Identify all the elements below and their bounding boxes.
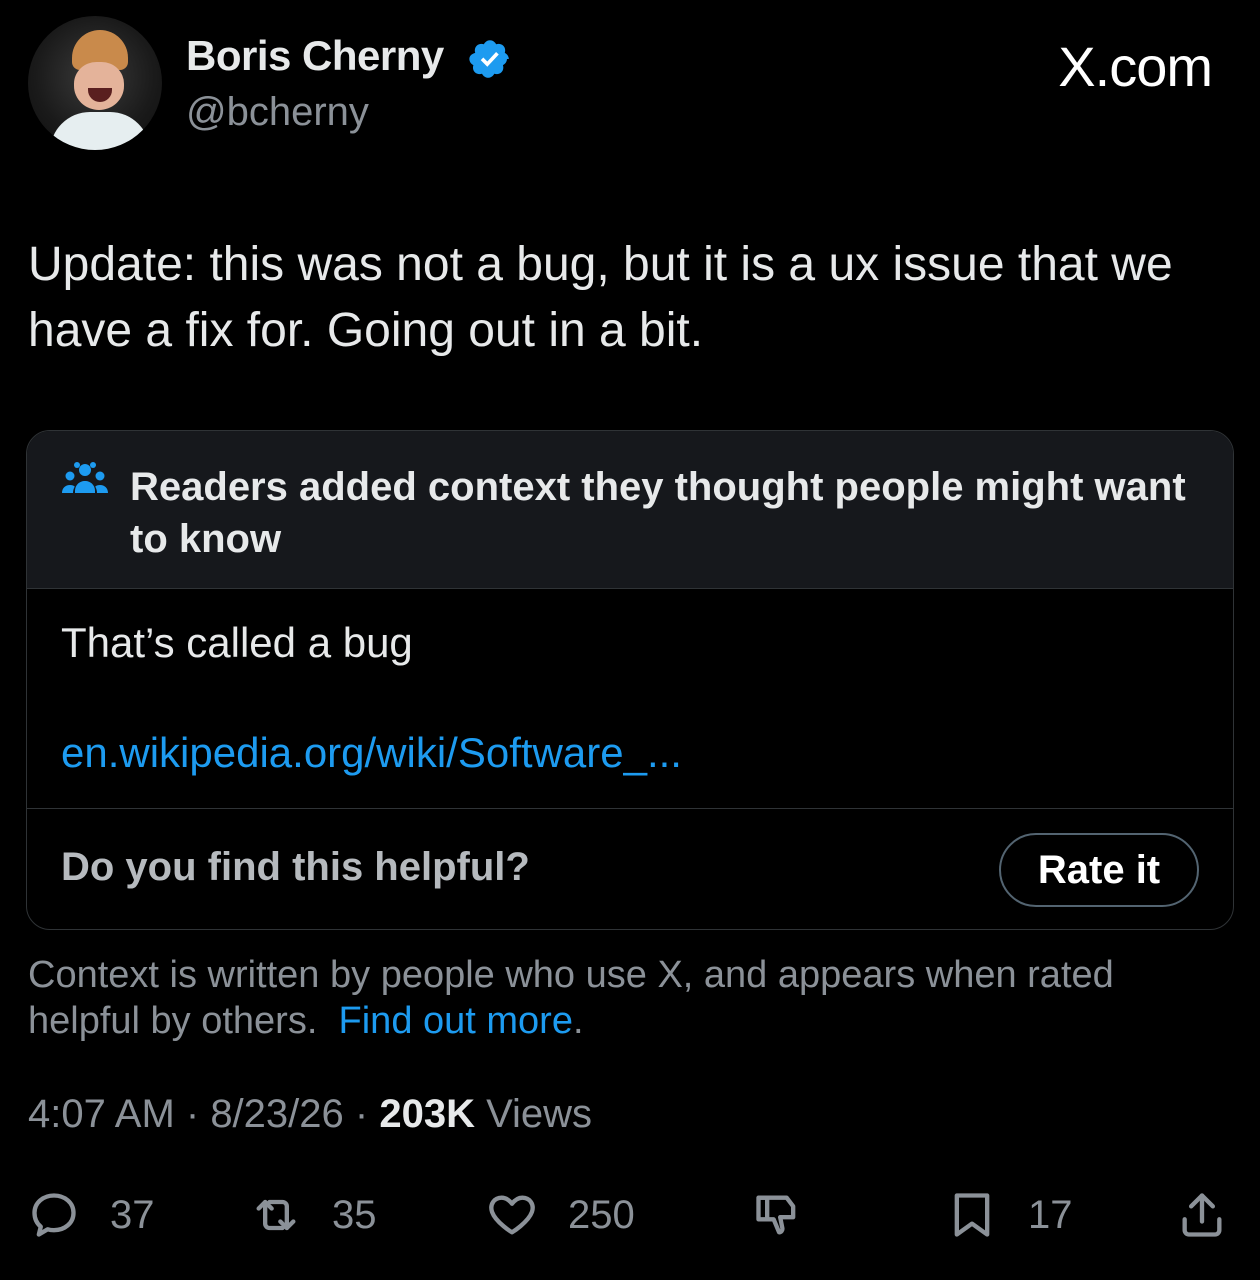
community-note: Readers added context they thought peopl… — [26, 430, 1234, 930]
views-count: 203K — [379, 1092, 475, 1136]
avatar-shirt — [50, 112, 150, 150]
note-title: Readers added context they thought peopl… — [130, 465, 1186, 561]
share-button[interactable] — [1176, 1180, 1228, 1250]
bookmark-button[interactable]: 17 — [946, 1180, 1073, 1250]
note-body: That’s called a bug en.wikipedia.org/wik… — [27, 589, 1233, 809]
repost-icon — [256, 1199, 296, 1231]
note-header: Readers added context they thought peopl… — [27, 431, 1233, 589]
tweet-time[interactable]: 4:07 AM — [28, 1092, 175, 1136]
downvote-button[interactable] — [752, 1180, 804, 1250]
repost-count: 35 — [332, 1192, 377, 1237]
bookmark-count: 17 — [1028, 1192, 1073, 1237]
brand-watermark: X.com — [1058, 35, 1213, 98]
like-count: 250 — [568, 1192, 635, 1237]
tweet-header: Boris Cherny @bcherny X.com — [0, 0, 1260, 170]
avatar-face — [74, 62, 124, 110]
context-disclaimer: Context is written by people who use X, … — [28, 952, 1228, 1044]
people-icon — [62, 462, 108, 493]
note-source-link[interactable]: en.wikipedia.org/wiki/Software_... — [61, 729, 682, 777]
reply-icon — [32, 1193, 76, 1237]
tweet-meta: 4:07 AM · 8/23/26 · 203K Views — [28, 1092, 592, 1137]
meta-separator: · — [174, 1092, 211, 1136]
action-bar: 37 35 250 17 — [0, 1180, 1260, 1250]
thumbs-down-icon — [756, 1195, 796, 1235]
note-text: That’s called a bug — [61, 619, 413, 666]
tweet-text: Update: this was not a bug, but it is a … — [28, 238, 1173, 357]
context-link-suffix: . — [572, 1000, 584, 1042]
bookmark-icon — [954, 1193, 990, 1237]
heart-icon — [489, 1195, 535, 1235]
verified-badge-icon — [469, 40, 509, 78]
author-name[interactable]: Boris Cherny — [186, 32, 444, 80]
tweet-date[interactable]: 8/23/26 — [210, 1092, 343, 1136]
avatar[interactable] — [28, 16, 162, 150]
find-out-more-link[interactable]: Find out more — [339, 1000, 573, 1042]
repost-button[interactable]: 35 — [250, 1180, 377, 1250]
helpful-question: Do you find this helpful? — [61, 845, 530, 889]
views-label: Views — [474, 1092, 593, 1136]
rate-it-button[interactable]: Rate it — [999, 833, 1199, 907]
reply-button[interactable]: 37 — [28, 1180, 155, 1250]
like-button[interactable]: 250 — [486, 1180, 635, 1250]
author-handle[interactable]: @bcherny — [186, 90, 369, 135]
reply-count: 37 — [110, 1192, 155, 1237]
note-footer: Do you find this helpful? Rate it — [27, 809, 1233, 929]
share-icon — [1182, 1193, 1222, 1237]
meta-separator: · — [343, 1092, 380, 1136]
